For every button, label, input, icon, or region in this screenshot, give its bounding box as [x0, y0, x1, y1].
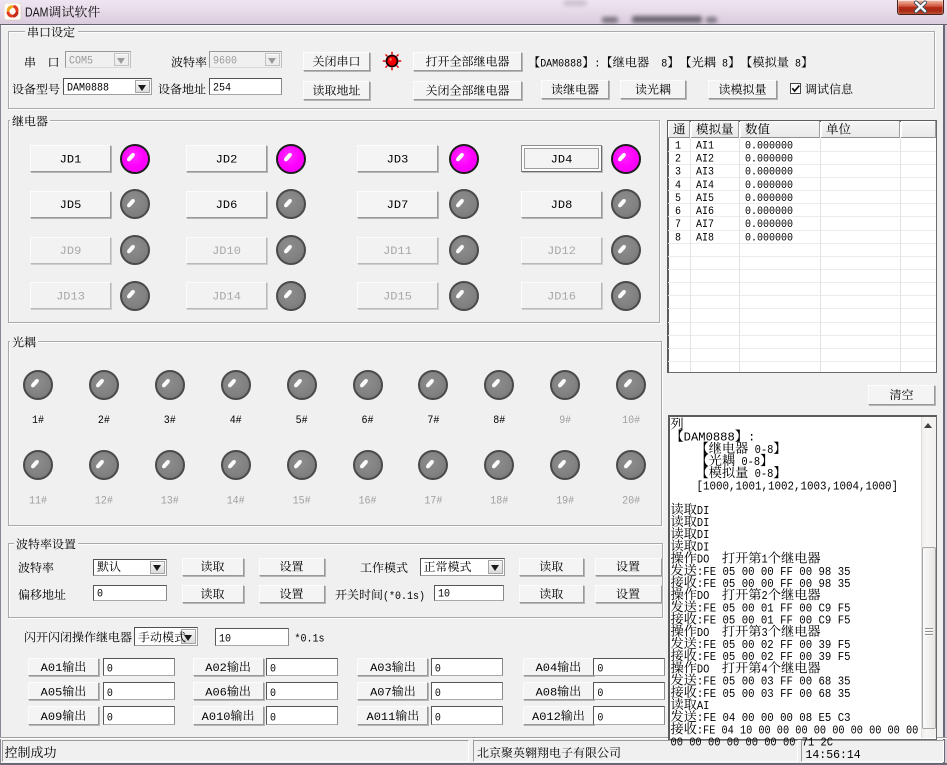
svg-text:*0.1s: *0.1s: [295, 634, 325, 646]
